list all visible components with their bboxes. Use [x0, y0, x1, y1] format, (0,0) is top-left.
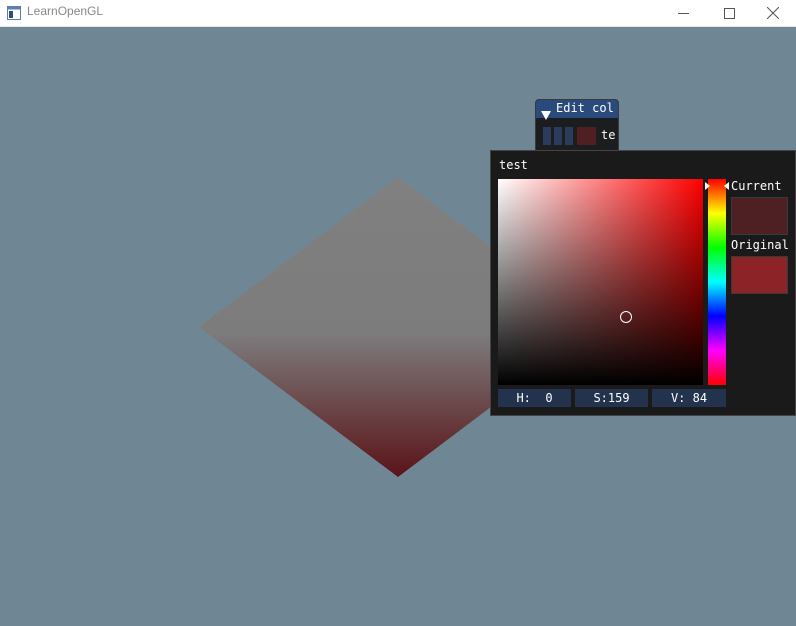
current-label: Current [731, 179, 782, 193]
original-color-swatch[interactable] [731, 256, 788, 294]
window-title: LearnOpenGL [27, 4, 104, 18]
current-color-swatch [731, 197, 788, 235]
picker-title: test [499, 158, 528, 172]
minimize-icon [677, 4, 689, 23]
hue-bar[interactable] [708, 179, 726, 385]
color-swatch[interactable] [577, 127, 596, 145]
triangle-down-icon[interactable] [541, 105, 551, 124]
sv-cursor[interactable] [620, 311, 632, 323]
maximize-button[interactable] [706, 0, 752, 26]
close-button[interactable] [750, 0, 796, 26]
app-window-icon [7, 5, 21, 24]
saturation-input[interactable]: S:159 [575, 389, 648, 407]
maximize-icon [723, 4, 735, 23]
red-component-field[interactable] [543, 127, 551, 145]
hue-input[interactable]: H: 0 [498, 389, 571, 407]
minimize-button[interactable] [660, 0, 706, 26]
value-input[interactable]: V: 84 [652, 389, 726, 407]
edit-color-title: Edit col [556, 101, 614, 115]
saturation-value-square[interactable] [498, 179, 703, 385]
green-component-field[interactable] [554, 127, 562, 145]
edit-color-title-bar[interactable]: Edit col [536, 100, 618, 120]
blue-component-field[interactable] [565, 127, 573, 145]
title-bar[interactable]: LearnOpenGL [0, 0, 796, 27]
color-edit-label: te [601, 128, 616, 142]
close-icon [766, 4, 780, 23]
original-label: Original [731, 238, 789, 252]
hue-marker-icon[interactable] [705, 175, 729, 194]
color-picker-popup[interactable]: test Current Original H: 0 S:159 V: 84 [490, 150, 796, 416]
